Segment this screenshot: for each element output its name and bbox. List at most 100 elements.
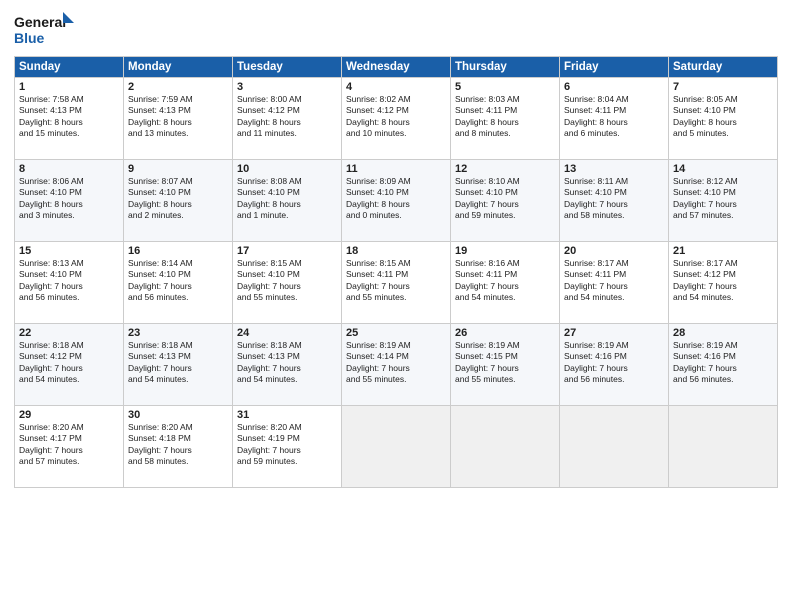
cell-content: Sunrise: 8:20 AM bbox=[19, 422, 119, 433]
cell-content: and 55 minutes. bbox=[455, 374, 555, 385]
calendar-cell: 11Sunrise: 8:09 AMSunset: 4:10 PMDayligh… bbox=[342, 160, 451, 242]
day-number: 25 bbox=[346, 327, 446, 339]
cell-content: and 54 minutes. bbox=[128, 374, 228, 385]
cell-content: Sunset: 4:12 PM bbox=[237, 105, 337, 116]
cell-content: and 2 minutes. bbox=[128, 210, 228, 221]
cell-content: and 54 minutes. bbox=[673, 292, 773, 303]
cell-content: and 54 minutes. bbox=[455, 292, 555, 303]
cell-content: Daylight: 7 hours bbox=[455, 199, 555, 210]
cell-content: Daylight: 7 hours bbox=[19, 363, 119, 374]
cell-content: Sunrise: 8:14 AM bbox=[128, 258, 228, 269]
cell-content: Sunrise: 8:09 AM bbox=[346, 176, 446, 187]
day-number: 29 bbox=[19, 409, 119, 421]
cell-content: Daylight: 7 hours bbox=[19, 281, 119, 292]
cell-content: Sunrise: 8:08 AM bbox=[237, 176, 337, 187]
cell-content: Daylight: 8 hours bbox=[346, 117, 446, 128]
day-number: 20 bbox=[564, 245, 664, 257]
calendar-cell: 23Sunrise: 8:18 AMSunset: 4:13 PMDayligh… bbox=[124, 324, 233, 406]
svg-text:General: General bbox=[14, 14, 66, 30]
calendar-row: 8Sunrise: 8:06 AMSunset: 4:10 PMDaylight… bbox=[15, 160, 778, 242]
cell-content: Sunset: 4:10 PM bbox=[128, 269, 228, 280]
cell-content: Daylight: 7 hours bbox=[346, 281, 446, 292]
calendar-cell: 31Sunrise: 8:20 AMSunset: 4:19 PMDayligh… bbox=[233, 406, 342, 488]
cell-content: Sunrise: 8:13 AM bbox=[19, 258, 119, 269]
cell-content: Daylight: 7 hours bbox=[455, 281, 555, 292]
cell-content: Sunset: 4:10 PM bbox=[128, 187, 228, 198]
cell-content: Sunset: 4:10 PM bbox=[19, 187, 119, 198]
cell-content: and 56 minutes. bbox=[128, 292, 228, 303]
page-container: GeneralBlue SundayMondayTuesdayWednesday… bbox=[0, 0, 792, 494]
cell-content: Sunrise: 8:15 AM bbox=[237, 258, 337, 269]
cell-content: Daylight: 7 hours bbox=[237, 281, 337, 292]
cell-content: Sunrise: 8:00 AM bbox=[237, 94, 337, 105]
cell-content: Daylight: 8 hours bbox=[19, 199, 119, 210]
cell-content: and 6 minutes. bbox=[564, 128, 664, 139]
cell-content: Daylight: 8 hours bbox=[455, 117, 555, 128]
cell-content: Sunrise: 8:19 AM bbox=[346, 340, 446, 351]
calendar-header-row: SundayMondayTuesdayWednesdayThursdayFrid… bbox=[15, 57, 778, 78]
cell-content: and 59 minutes. bbox=[455, 210, 555, 221]
day-number: 8 bbox=[19, 163, 119, 175]
cell-content: and 56 minutes. bbox=[19, 292, 119, 303]
day-number: 3 bbox=[237, 81, 337, 93]
cell-content: Sunset: 4:13 PM bbox=[19, 105, 119, 116]
cell-content: and 5 minutes. bbox=[673, 128, 773, 139]
day-header-sunday: Sunday bbox=[15, 57, 124, 78]
cell-content: Sunset: 4:11 PM bbox=[564, 269, 664, 280]
cell-content: and 11 minutes. bbox=[237, 128, 337, 139]
calendar-cell: 13Sunrise: 8:11 AMSunset: 4:10 PMDayligh… bbox=[560, 160, 669, 242]
cell-content: Daylight: 8 hours bbox=[673, 117, 773, 128]
cell-content: Daylight: 7 hours bbox=[128, 363, 228, 374]
calendar-cell: 3Sunrise: 8:00 AMSunset: 4:12 PMDaylight… bbox=[233, 78, 342, 160]
cell-content: Sunset: 4:15 PM bbox=[455, 351, 555, 362]
cell-content: and 55 minutes. bbox=[346, 292, 446, 303]
cell-content: Daylight: 8 hours bbox=[564, 117, 664, 128]
day-number: 6 bbox=[564, 81, 664, 93]
cell-content: Sunset: 4:18 PM bbox=[128, 433, 228, 444]
cell-content: and 56 minutes. bbox=[673, 374, 773, 385]
calendar-cell: 14Sunrise: 8:12 AMSunset: 4:10 PMDayligh… bbox=[669, 160, 778, 242]
cell-content: Sunset: 4:11 PM bbox=[346, 269, 446, 280]
cell-content: Sunset: 4:13 PM bbox=[128, 105, 228, 116]
cell-content: Sunrise: 8:16 AM bbox=[455, 258, 555, 269]
cell-content: and 54 minutes. bbox=[237, 374, 337, 385]
cell-content: Sunrise: 8:06 AM bbox=[19, 176, 119, 187]
cell-content: Sunset: 4:12 PM bbox=[673, 269, 773, 280]
calendar-cell: 16Sunrise: 8:14 AMSunset: 4:10 PMDayligh… bbox=[124, 242, 233, 324]
calendar-row: 1Sunrise: 7:58 AMSunset: 4:13 PMDaylight… bbox=[15, 78, 778, 160]
day-number: 23 bbox=[128, 327, 228, 339]
cell-content: and 58 minutes. bbox=[128, 456, 228, 467]
cell-content: Daylight: 7 hours bbox=[455, 363, 555, 374]
cell-content: and 54 minutes. bbox=[564, 292, 664, 303]
day-number: 18 bbox=[346, 245, 446, 257]
calendar-cell: 10Sunrise: 8:08 AMSunset: 4:10 PMDayligh… bbox=[233, 160, 342, 242]
cell-content: Sunset: 4:17 PM bbox=[19, 433, 119, 444]
cell-content: and 3 minutes. bbox=[19, 210, 119, 221]
cell-content: Sunrise: 8:18 AM bbox=[19, 340, 119, 351]
calendar-cell: 29Sunrise: 8:20 AMSunset: 4:17 PMDayligh… bbox=[15, 406, 124, 488]
day-number: 9 bbox=[128, 163, 228, 175]
day-header-saturday: Saturday bbox=[669, 57, 778, 78]
day-header-thursday: Thursday bbox=[451, 57, 560, 78]
cell-content: Sunrise: 8:19 AM bbox=[564, 340, 664, 351]
cell-content: and 55 minutes. bbox=[237, 292, 337, 303]
day-number: 4 bbox=[346, 81, 446, 93]
calendar-cell: 19Sunrise: 8:16 AMSunset: 4:11 PMDayligh… bbox=[451, 242, 560, 324]
day-number: 22 bbox=[19, 327, 119, 339]
day-header-wednesday: Wednesday bbox=[342, 57, 451, 78]
calendar-cell: 20Sunrise: 8:17 AMSunset: 4:11 PMDayligh… bbox=[560, 242, 669, 324]
day-header-monday: Monday bbox=[124, 57, 233, 78]
header: GeneralBlue bbox=[14, 10, 778, 48]
day-number: 24 bbox=[237, 327, 337, 339]
cell-content: and 8 minutes. bbox=[455, 128, 555, 139]
day-number: 2 bbox=[128, 81, 228, 93]
calendar-table: SundayMondayTuesdayWednesdayThursdayFrid… bbox=[14, 56, 778, 488]
calendar-cell: 28Sunrise: 8:19 AMSunset: 4:16 PMDayligh… bbox=[669, 324, 778, 406]
cell-content: Sunrise: 8:04 AM bbox=[564, 94, 664, 105]
calendar-cell bbox=[669, 406, 778, 488]
calendar-cell: 4Sunrise: 8:02 AMSunset: 4:12 PMDaylight… bbox=[342, 78, 451, 160]
cell-content: Sunset: 4:10 PM bbox=[673, 187, 773, 198]
calendar-cell bbox=[342, 406, 451, 488]
cell-content: Sunset: 4:13 PM bbox=[128, 351, 228, 362]
cell-content: Sunrise: 8:15 AM bbox=[346, 258, 446, 269]
